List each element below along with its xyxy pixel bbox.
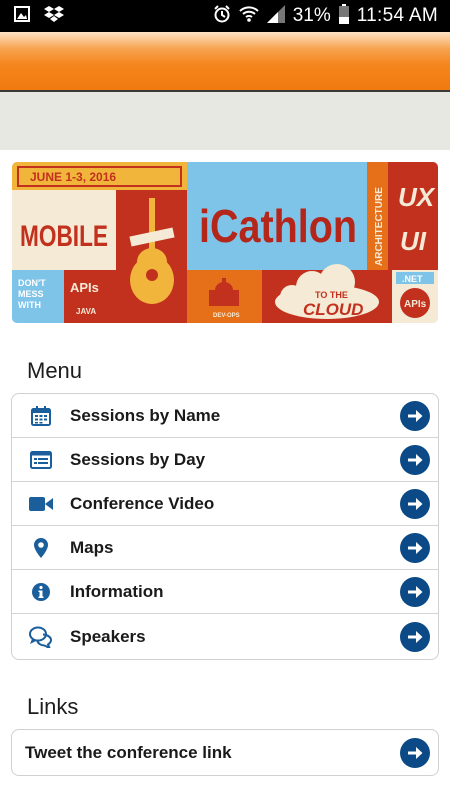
link-item-tweet[interactable]: Tweet the conference link xyxy=(12,730,438,775)
menu-item-label: Conference Video xyxy=(70,493,215,513)
arrow-right-icon[interactable] xyxy=(400,737,430,768)
link-item-label: Tweet the conference link xyxy=(25,742,232,762)
banner-title: iCathlon xyxy=(199,200,357,252)
banner-apis-badge: APIs xyxy=(404,299,427,310)
gallery-icon xyxy=(14,5,30,27)
menu-item-label: Speakers xyxy=(70,626,146,646)
links-list: Tweet the conference link xyxy=(11,729,439,776)
menu-item-label: Sessions by Day xyxy=(70,449,206,469)
arrow-right-icon[interactable] xyxy=(400,400,430,431)
links-title: Links xyxy=(27,694,79,719)
menu-item-information[interactable]: Information xyxy=(12,570,438,614)
menu-item-conference-video[interactable]: Conference Video xyxy=(12,482,438,526)
video-camera-icon xyxy=(12,496,70,512)
list-icon xyxy=(12,450,70,469)
banner-apis: APIs xyxy=(70,280,99,295)
calendar-icon xyxy=(12,405,70,426)
wifi-icon xyxy=(238,5,259,28)
banner-cloud: CLOUD xyxy=(303,300,363,319)
info-icon xyxy=(12,582,70,602)
menu-item-label: Sessions by Name xyxy=(70,405,221,425)
banner-ui: UI xyxy=(400,226,427,256)
banner-mobile: MOBILE xyxy=(20,220,108,253)
map-pin-icon xyxy=(12,537,70,558)
clock: 11:54 AM xyxy=(356,5,438,26)
app-header xyxy=(0,32,450,90)
signal-icon xyxy=(266,4,285,28)
arrow-right-icon[interactable] xyxy=(400,444,430,475)
banner-with: WITH xyxy=(18,300,41,310)
dropbox-icon xyxy=(44,5,64,27)
arrow-right-icon[interactable] xyxy=(400,621,430,652)
menu-item-sessions-by-day[interactable]: Sessions by Day xyxy=(12,438,438,482)
arrow-right-icon[interactable] xyxy=(400,576,430,607)
battery-icon xyxy=(338,3,349,29)
menu-list: Sessions by Name Sessions by Day Confere… xyxy=(11,393,439,660)
arrow-right-icon[interactable] xyxy=(400,488,430,519)
arrow-right-icon[interactable] xyxy=(400,532,430,563)
conference-banner[interactable]: JUNE 1-3, 2016 MOBILE iCathlon ARCHITECT… xyxy=(12,162,438,323)
menu-title: Menu xyxy=(27,358,83,383)
alarm-icon xyxy=(213,4,231,28)
banner-dont: DON'T xyxy=(18,278,46,288)
banner-mess: MESS xyxy=(18,289,44,299)
toolbar-band xyxy=(0,92,450,150)
menu-item-label: Information xyxy=(70,581,164,601)
menu-item-sessions-by-name[interactable]: Sessions by Name xyxy=(12,394,438,438)
banner-architecture: ARCHITECTURE xyxy=(374,187,385,266)
menu-item-maps[interactable]: Maps xyxy=(12,526,438,570)
menu-item-label: Maps xyxy=(70,537,114,557)
status-bar: 31% 11:54 AM xyxy=(0,0,450,32)
banner-java: JAVA xyxy=(76,307,96,316)
battery-percent: 31% xyxy=(292,5,331,26)
menu-item-speakers[interactable]: Speakers xyxy=(12,614,438,659)
banner-date: JUNE 1-3, 2016 xyxy=(30,170,116,184)
chat-bubbles-icon xyxy=(12,626,70,648)
banner-to-the: TO THE xyxy=(315,290,348,300)
banner-devops: DEV-OPS xyxy=(213,313,240,319)
banner-net: .NET xyxy=(402,274,423,284)
banner-ux: UX xyxy=(398,182,436,212)
